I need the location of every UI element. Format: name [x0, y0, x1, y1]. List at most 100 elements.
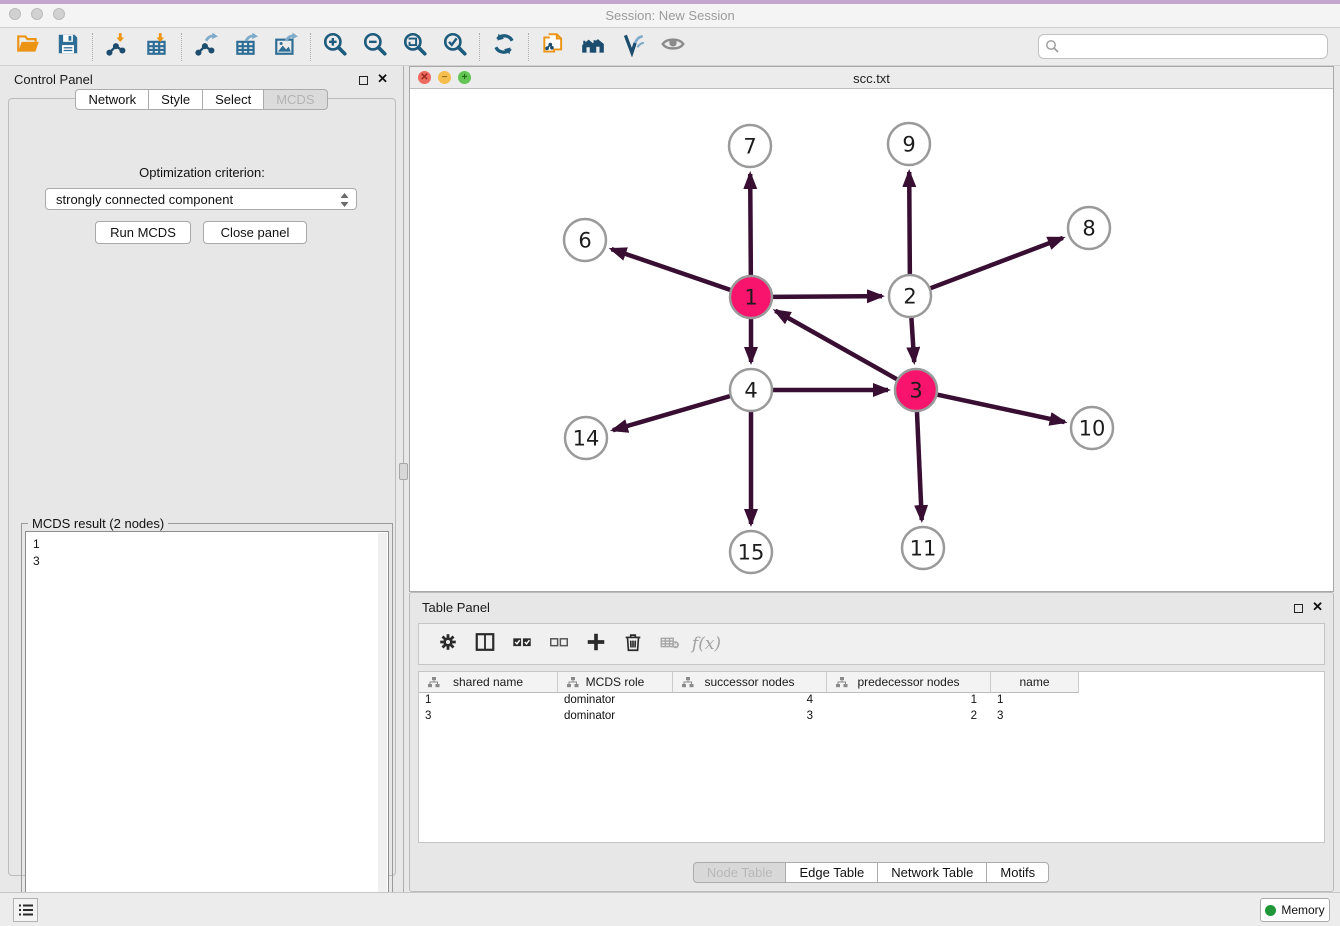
mcds-result-textarea[interactable]: 13 — [25, 531, 389, 897]
zoom-selected-button[interactable] — [435, 31, 475, 63]
zoom-in-icon — [322, 31, 348, 62]
node-label-2: 2 — [903, 285, 916, 309]
delete-column-button[interactable] — [614, 627, 651, 661]
vizmapper-button[interactable] — [613, 31, 653, 63]
add-column-icon — [585, 631, 607, 658]
table-panel-title: Table Panel — [422, 600, 490, 615]
save-session-button[interactable] — [48, 31, 88, 63]
mcds-result-title: MCDS result (2 nodes) — [28, 516, 168, 531]
edge-1-6[interactable] — [611, 249, 730, 290]
export-network-icon — [193, 31, 219, 62]
toolbar-separator — [479, 33, 480, 61]
table-panel-float-icon[interactable] — [1294, 604, 1303, 613]
search-input[interactable] — [1038, 34, 1328, 59]
delete-table-button[interactable] — [651, 627, 688, 661]
cell-predecessor-nodes[interactable]: 2 — [827, 709, 991, 725]
edge-1-2[interactable] — [773, 296, 882, 297]
edge-2-8[interactable] — [931, 238, 1063, 288]
node-label-10: 10 — [1079, 417, 1106, 441]
edge-3-10[interactable] — [938, 395, 1065, 422]
run-mcds-button[interactable]: Run MCDS — [95, 221, 191, 244]
tab-style[interactable]: Style — [148, 89, 203, 110]
table-row[interactable]: 3dominator323 — [419, 709, 1324, 725]
edge-3-1[interactable] — [775, 311, 896, 379]
import-table-button[interactable] — [137, 31, 177, 63]
window-top-accent — [0, 0, 1340, 4]
show-details-button[interactable] — [653, 31, 693, 63]
cell-shared-name[interactable]: 1 — [419, 693, 558, 709]
tab-motifs[interactable]: Motifs — [986, 862, 1049, 883]
edge-2-3[interactable] — [911, 318, 914, 362]
cell-MCDS-role[interactable]: dominator — [558, 709, 673, 725]
network-canvas[interactable]: 7968124314101511 — [410, 89, 1333, 591]
cell-name[interactable]: 3 — [991, 709, 1079, 725]
memory-button[interactable]: Memory — [1260, 898, 1330, 922]
main-toolbar — [0, 28, 1340, 66]
cell-predecessor-nodes[interactable]: 1 — [827, 693, 991, 709]
settings-gear-button[interactable] — [429, 627, 466, 661]
network-window-titlebar[interactable]: ✕ − + scc.txt — [410, 67, 1333, 89]
node-label-4: 4 — [744, 379, 757, 403]
select-all-button[interactable] — [503, 627, 540, 661]
task-history-button[interactable] — [13, 898, 38, 922]
refresh-button[interactable] — [484, 31, 524, 63]
control-panel-float-icon[interactable] — [359, 76, 368, 85]
close-panel-button[interactable]: Close panel — [203, 221, 307, 244]
node-label-15: 15 — [738, 541, 765, 565]
zoom-in-button[interactable] — [315, 31, 355, 63]
edge-1-7[interactable] — [750, 174, 751, 275]
cell-shared-name[interactable]: 3 — [419, 709, 558, 725]
edge-2-9[interactable] — [909, 172, 910, 274]
clone-network-button[interactable] — [533, 31, 573, 63]
column-label: shared name — [453, 675, 523, 689]
zoom-fit-button[interactable] — [395, 31, 435, 63]
export-image-icon — [273, 31, 299, 62]
edge-4-14[interactable] — [613, 396, 730, 430]
select-all-icon — [511, 631, 533, 658]
export-table-button[interactable] — [226, 31, 266, 63]
tab-node-table[interactable]: Node Table — [693, 862, 787, 883]
table-row[interactable]: 1dominator411 — [419, 693, 1324, 709]
control-panel-close-icon[interactable]: ✕ — [377, 71, 388, 87]
split-columns-button[interactable] — [466, 627, 503, 661]
result-scrollbar[interactable] — [378, 533, 387, 895]
splitter-handle[interactable] — [399, 463, 408, 480]
table-panel-close-icon[interactable]: ✕ — [1312, 599, 1323, 615]
column-header-shared-name[interactable]: shared name — [419, 672, 558, 693]
refresh-icon — [491, 31, 517, 62]
column-header-MCDS-role[interactable]: MCDS role — [558, 672, 673, 693]
tab-select[interactable]: Select — [202, 89, 264, 110]
open-session-button[interactable] — [8, 31, 48, 63]
tab-network-table[interactable]: Network Table — [877, 862, 987, 883]
export-network-button[interactable] — [186, 31, 226, 63]
zoom-out-button[interactable] — [355, 31, 395, 63]
cell-MCDS-role[interactable]: dominator — [558, 693, 673, 709]
column-header-name[interactable]: name — [991, 672, 1079, 693]
add-column-button[interactable] — [577, 627, 614, 661]
toolbar-separator — [310, 33, 311, 61]
export-image-button[interactable] — [266, 31, 306, 63]
cell-successor-nodes[interactable]: 3 — [673, 709, 827, 725]
column-header-successor-nodes[interactable]: successor nodes — [673, 672, 827, 693]
tab-mcds[interactable]: MCDS — [263, 89, 327, 110]
home-button[interactable] — [573, 31, 613, 63]
function-builder-button[interactable]: f(x) — [688, 627, 725, 661]
node-label-3: 3 — [909, 379, 922, 403]
tab-edge-table[interactable]: Edge Table — [785, 862, 878, 883]
import-table-icon — [144, 31, 170, 62]
import-network-button[interactable] — [97, 31, 137, 63]
save-session-icon — [55, 31, 81, 62]
deselect-all-button[interactable] — [540, 627, 577, 661]
column-header-predecessor-nodes[interactable]: predecessor nodes — [827, 672, 991, 693]
cell-name[interactable]: 1 — [991, 693, 1079, 709]
column-label: successor nodes — [704, 675, 794, 689]
tab-network[interactable]: Network — [75, 89, 149, 110]
vertical-splitter[interactable] — [398, 66, 409, 892]
toolbar-separator — [528, 33, 529, 61]
cell-successor-nodes[interactable]: 4 — [673, 693, 827, 709]
node-label-9: 9 — [902, 133, 915, 157]
column-label: predecessor nodes — [857, 675, 959, 689]
edge-3-11[interactable] — [917, 412, 922, 520]
import-network-icon — [104, 31, 130, 62]
optimization-criterion-dropdown[interactable]: strongly connected component — [45, 188, 357, 210]
